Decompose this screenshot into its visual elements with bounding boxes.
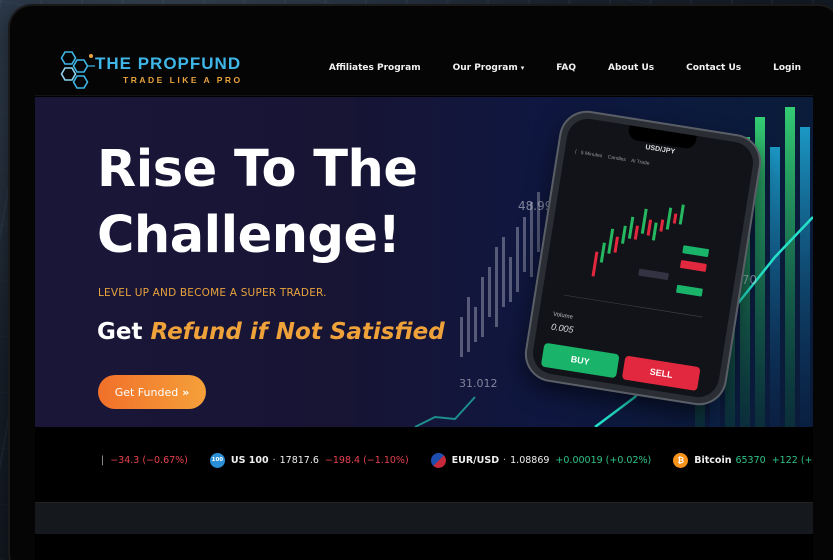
nav-item-login[interactable]: Login	[773, 63, 801, 73]
ticker-name: US 100	[230, 454, 269, 466]
volume-input[interactable]: 0.005	[550, 322, 574, 335]
us100-icon: 100	[209, 452, 225, 468]
nav-item-our-program[interactable]: Our Program ▾	[453, 63, 525, 73]
phone-mockup: USD/JPY ⟨ 5 Minutes Candles Ai Trade Vol…	[523, 109, 763, 407]
phone-candlestick-chart	[564, 204, 710, 318]
ticker-dot: ·	[272, 454, 276, 466]
ticker-price: 65370	[735, 454, 766, 466]
buy-button[interactable]: BUY	[540, 342, 620, 379]
tablet-frame: THE PROPFUND TRADE LIKE A PRO Affiliates…	[10, 6, 833, 560]
ticker-name: Bitcoin	[694, 454, 732, 466]
ticker-item[interactable]: EUR/USD · 1.08869 +0.00019 (+0.02%)	[430, 452, 652, 468]
ticker-name: EUR/USD	[451, 454, 500, 466]
nav-item-faq[interactable]: FAQ	[556, 63, 576, 73]
chevron-down-icon: ▾	[520, 64, 525, 72]
bitcoin-icon: ₿	[673, 452, 689, 468]
nav-item-label: Login	[773, 63, 801, 73]
refund-highlight: Refund if Not Satisfied	[150, 319, 445, 345]
sell-button[interactable]: SELL	[621, 355, 701, 392]
headline-line: Rise To The	[97, 140, 418, 199]
nav-item-contact-us[interactable]: Contact Us	[686, 63, 741, 73]
ticker-change: −34.3 (−0.67%)	[110, 454, 188, 466]
refund-tagline: Get Refund if Not Satisfied	[97, 319, 445, 345]
volume-label: Volume	[552, 311, 574, 321]
cta-label: Get Funded	[114, 385, 179, 399]
ticker-dot: ·	[503, 454, 507, 466]
top-navigation: THE PROPFUND TRADE LIKE A PRO Affiliates…	[35, 40, 813, 96]
brand-name: THE PROPFUND	[95, 54, 242, 73]
hexagon-logo-icon	[60, 51, 95, 89]
section-bar	[35, 502, 813, 534]
headline-line: Challenge!	[97, 206, 401, 265]
brand-tagline: TRADE LIKE A PRO	[123, 75, 243, 85]
refund-prefix: Get	[97, 319, 143, 345]
ticker-change: +122 (+0	[771, 454, 813, 466]
ticker-separator: |	[101, 454, 105, 466]
get-funded-button[interactable]: Get Funded »	[98, 375, 206, 409]
hero-banner: 48.991 44.870 31.012 Rise To The Challen…	[35, 97, 813, 427]
eu-us-flag-icon	[430, 452, 446, 468]
ticker-change: −198.4 (−1.10%)	[324, 454, 409, 466]
ticker-item[interactable]: ₿ Bitcoin 65370 +122 (+0	[673, 452, 813, 468]
market-ticker: | −34.3 (−0.67%) 100 US 100 · 17817.6 −1…	[35, 438, 813, 482]
brand-logo[interactable]: THE PROPFUND TRADE LIKE A PRO	[55, 48, 265, 90]
nav-item-label: FAQ	[556, 63, 577, 73]
nav-item-affiliates[interactable]: Affiliates Program	[329, 63, 421, 73]
double-chevron-right-icon: »	[182, 385, 190, 399]
hero-headline: Rise To The Challenge!	[97, 137, 418, 269]
ticker-price: 1.08869	[510, 454, 550, 466]
website-screen: THE PROPFUND TRADE LIKE A PRO Affiliates…	[35, 40, 813, 560]
nav-links: Affiliates Program Our Program ▾ FAQ Abou…	[297, 40, 801, 96]
phone-screen: USD/JPY ⟨ 5 Minutes Candles Ai Trade Vol…	[529, 115, 757, 401]
ticker-item[interactable]: | −34.3 (−0.67%)	[101, 455, 188, 466]
nav-item-about-us[interactable]: About Us	[608, 63, 654, 73]
nav-item-label: About Us	[608, 63, 655, 73]
nav-item-label: Affiliates Program	[328, 63, 421, 73]
ticker-item[interactable]: 100 US 100 · 17817.6 −198.4 (−1.10%)	[209, 452, 409, 468]
ticker-change: +0.00019 (+0.02%)	[555, 454, 652, 466]
nav-item-label: Our Program	[452, 63, 518, 73]
timeframe-row: ⟨ 5 Minutes Candles Ai Trade	[574, 149, 650, 167]
hero-subline: LEVEL UP AND BECOME A SUPER TRADER.	[98, 287, 327, 299]
nav-item-label: Contact Us	[686, 63, 742, 73]
ticker-price: 17817.6	[279, 454, 319, 466]
chart-price-label: 31.012	[459, 377, 498, 390]
